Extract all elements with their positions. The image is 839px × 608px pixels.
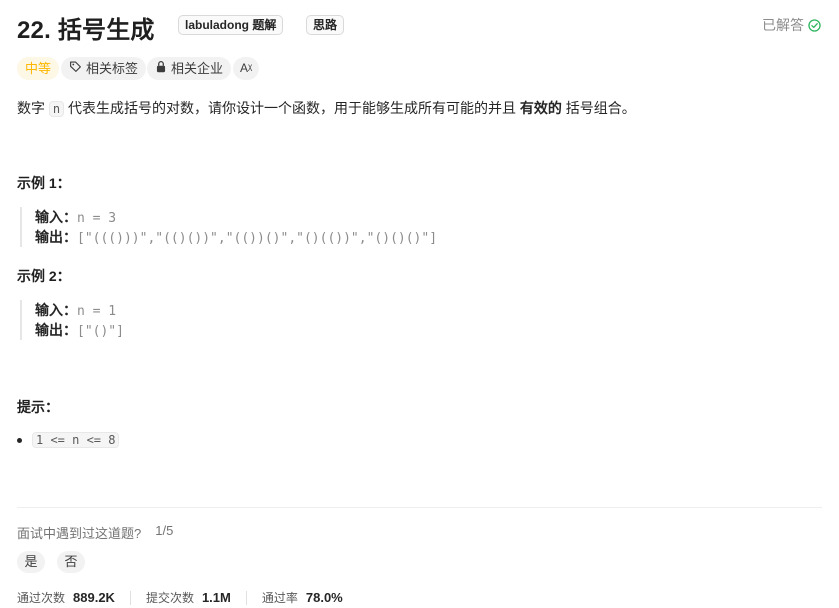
example-block: 输入：n = 1 输出：["()"] (20, 300, 124, 340)
translate-button[interactable]: Aᵡ (233, 57, 260, 80)
bullet-icon (17, 437, 22, 443)
output-value: ["()"] (77, 324, 124, 339)
lock-icon (155, 57, 167, 80)
related-tags-label: 相关标签 (86, 61, 139, 76)
problem-title: 22. 括号生成 (17, 17, 155, 44)
labuladong-solution-tag[interactable]: labuladong 题解 (178, 15, 284, 35)
interview-count: 1/5 (155, 523, 174, 538)
related-tags-button[interactable]: 相关标签 (61, 57, 147, 80)
example-heading: 示例 1： (17, 175, 71, 191)
output-label: 输出： (35, 229, 77, 245)
yes-button[interactable]: 是 (17, 551, 45, 573)
difficulty-badge: 中等 (17, 57, 60, 80)
accepted-value: 889.2K (73, 590, 115, 605)
problem-description: 数字 n 代表生成括号的对数，请你设计一个函数，用于能够生成所有可能的并且 有效… (17, 98, 636, 118)
description-text: 代表生成括号的对数，请你设计一个函数，用于能够生成所有可能的并且 (64, 100, 520, 116)
constraint-code: 1 <= n <= 8 (32, 432, 120, 448)
submissions-label: 提交次数 (145, 591, 194, 605)
solved-label: 已解答 (762, 17, 804, 33)
hints-heading: 提示： (17, 399, 59, 415)
approach-tag[interactable]: 思路 (306, 15, 345, 35)
list-item: 1 <= n <= 8 (17, 432, 120, 448)
description-text: 括号组合。 (561, 100, 636, 116)
solved-status: 已解答 (762, 15, 821, 35)
translate-icon: Aᵡ (240, 61, 253, 75)
input-label: 输入： (35, 302, 77, 318)
no-button[interactable]: 否 (57, 551, 85, 573)
input-value: n = 1 (77, 304, 117, 319)
description-bold: 有效的 (519, 100, 562, 116)
divider (129, 590, 131, 605)
difficulty-label: 中等 (25, 61, 52, 76)
acceptance-rate-value: 78.0% (305, 590, 343, 605)
output-label: 输出： (35, 322, 77, 338)
check-circle-icon (808, 18, 821, 32)
inline-code-n: n (48, 101, 65, 117)
problem-stats: 通过次数 889.2K 提交次数 1.1M 通过率 78.0% (17, 589, 343, 606)
description-text: 数字 (17, 100, 49, 116)
related-companies-label: 相关企业 (171, 61, 224, 76)
divider (245, 590, 247, 605)
submissions-value: 1.1M (201, 590, 231, 605)
accepted-label: 通过次数 (17, 591, 66, 605)
tag-icon (69, 57, 82, 80)
acceptance-rate-label: 通过率 (261, 591, 298, 605)
divider (17, 507, 822, 508)
interview-question: 面试中遇到过这道题? 1/5 (17, 523, 173, 542)
interview-question-text: 面试中遇到过这道题? (17, 526, 142, 541)
example-heading: 示例 2： (17, 268, 71, 284)
related-companies-button[interactable]: 相关企业 (147, 57, 232, 80)
example-block: 输入：n = 3 输出：["((()))","(()())","(())()",… (20, 207, 437, 247)
input-label: 输入： (35, 209, 77, 225)
output-value: ["((()))","(()())","(())()","()(())","()… (77, 231, 438, 246)
input-value: n = 3 (77, 211, 117, 226)
